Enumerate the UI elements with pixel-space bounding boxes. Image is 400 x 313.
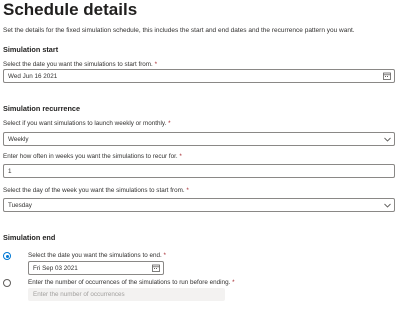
interval-value: 1 [8, 167, 12, 175]
chevron-down-icon [380, 203, 394, 208]
calendar-icon[interactable] [380, 72, 394, 80]
occurrences-placeholder: Enter the number of occurrences [33, 291, 125, 298]
end-date-picker[interactable]: Fri Sep 03 2021 [28, 261, 164, 275]
end-by-occurrences-radio[interactable] [3, 279, 11, 287]
day-dropdown[interactable]: Tuesday [3, 198, 395, 212]
interval-label: Enter how often in weeks you want the si… [3, 153, 182, 160]
day-value: Tuesday [8, 201, 32, 209]
required-marker: * [163, 252, 166, 259]
day-label: Select the day of the week you want the … [3, 187, 189, 194]
required-marker: * [179, 153, 182, 160]
calendar-icon[interactable] [149, 264, 163, 272]
chevron-down-icon [380, 137, 394, 142]
interval-input[interactable]: 1 [3, 164, 395, 178]
required-marker: * [232, 279, 235, 286]
required-marker: * [168, 120, 171, 127]
frequency-dropdown[interactable]: Weekly [3, 132, 395, 146]
page-description: Set the details for the fixed simulation… [3, 27, 355, 34]
simulation-start-heading: Simulation start [3, 45, 59, 54]
end-by-date-radio[interactable] [3, 252, 11, 260]
simulation-end-heading: Simulation end [3, 233, 56, 242]
start-date-picker[interactable]: Wed Jun 16 2021 [3, 69, 395, 83]
page-title: Schedule details [3, 0, 138, 19]
frequency-value: Weekly [8, 135, 29, 143]
required-marker: * [186, 187, 189, 194]
simulation-recurrence-heading: Simulation recurrence [3, 104, 81, 113]
frequency-label: Select if you want simulations to launch… [3, 120, 171, 127]
occurrences-option-label: Enter the number of occurrences of the s… [28, 279, 235, 286]
required-marker: * [154, 61, 158, 68]
occurrences-input[interactable]: Enter the number of occurrences [28, 288, 225, 301]
start-date-label: Select the date you want the simulations… [3, 61, 158, 68]
start-date-value: Wed Jun 16 2021 [8, 72, 58, 80]
end-date-value: Fri Sep 03 2021 [33, 264, 78, 272]
end-date-option-label: Select the date you want the simulations… [28, 252, 166, 259]
